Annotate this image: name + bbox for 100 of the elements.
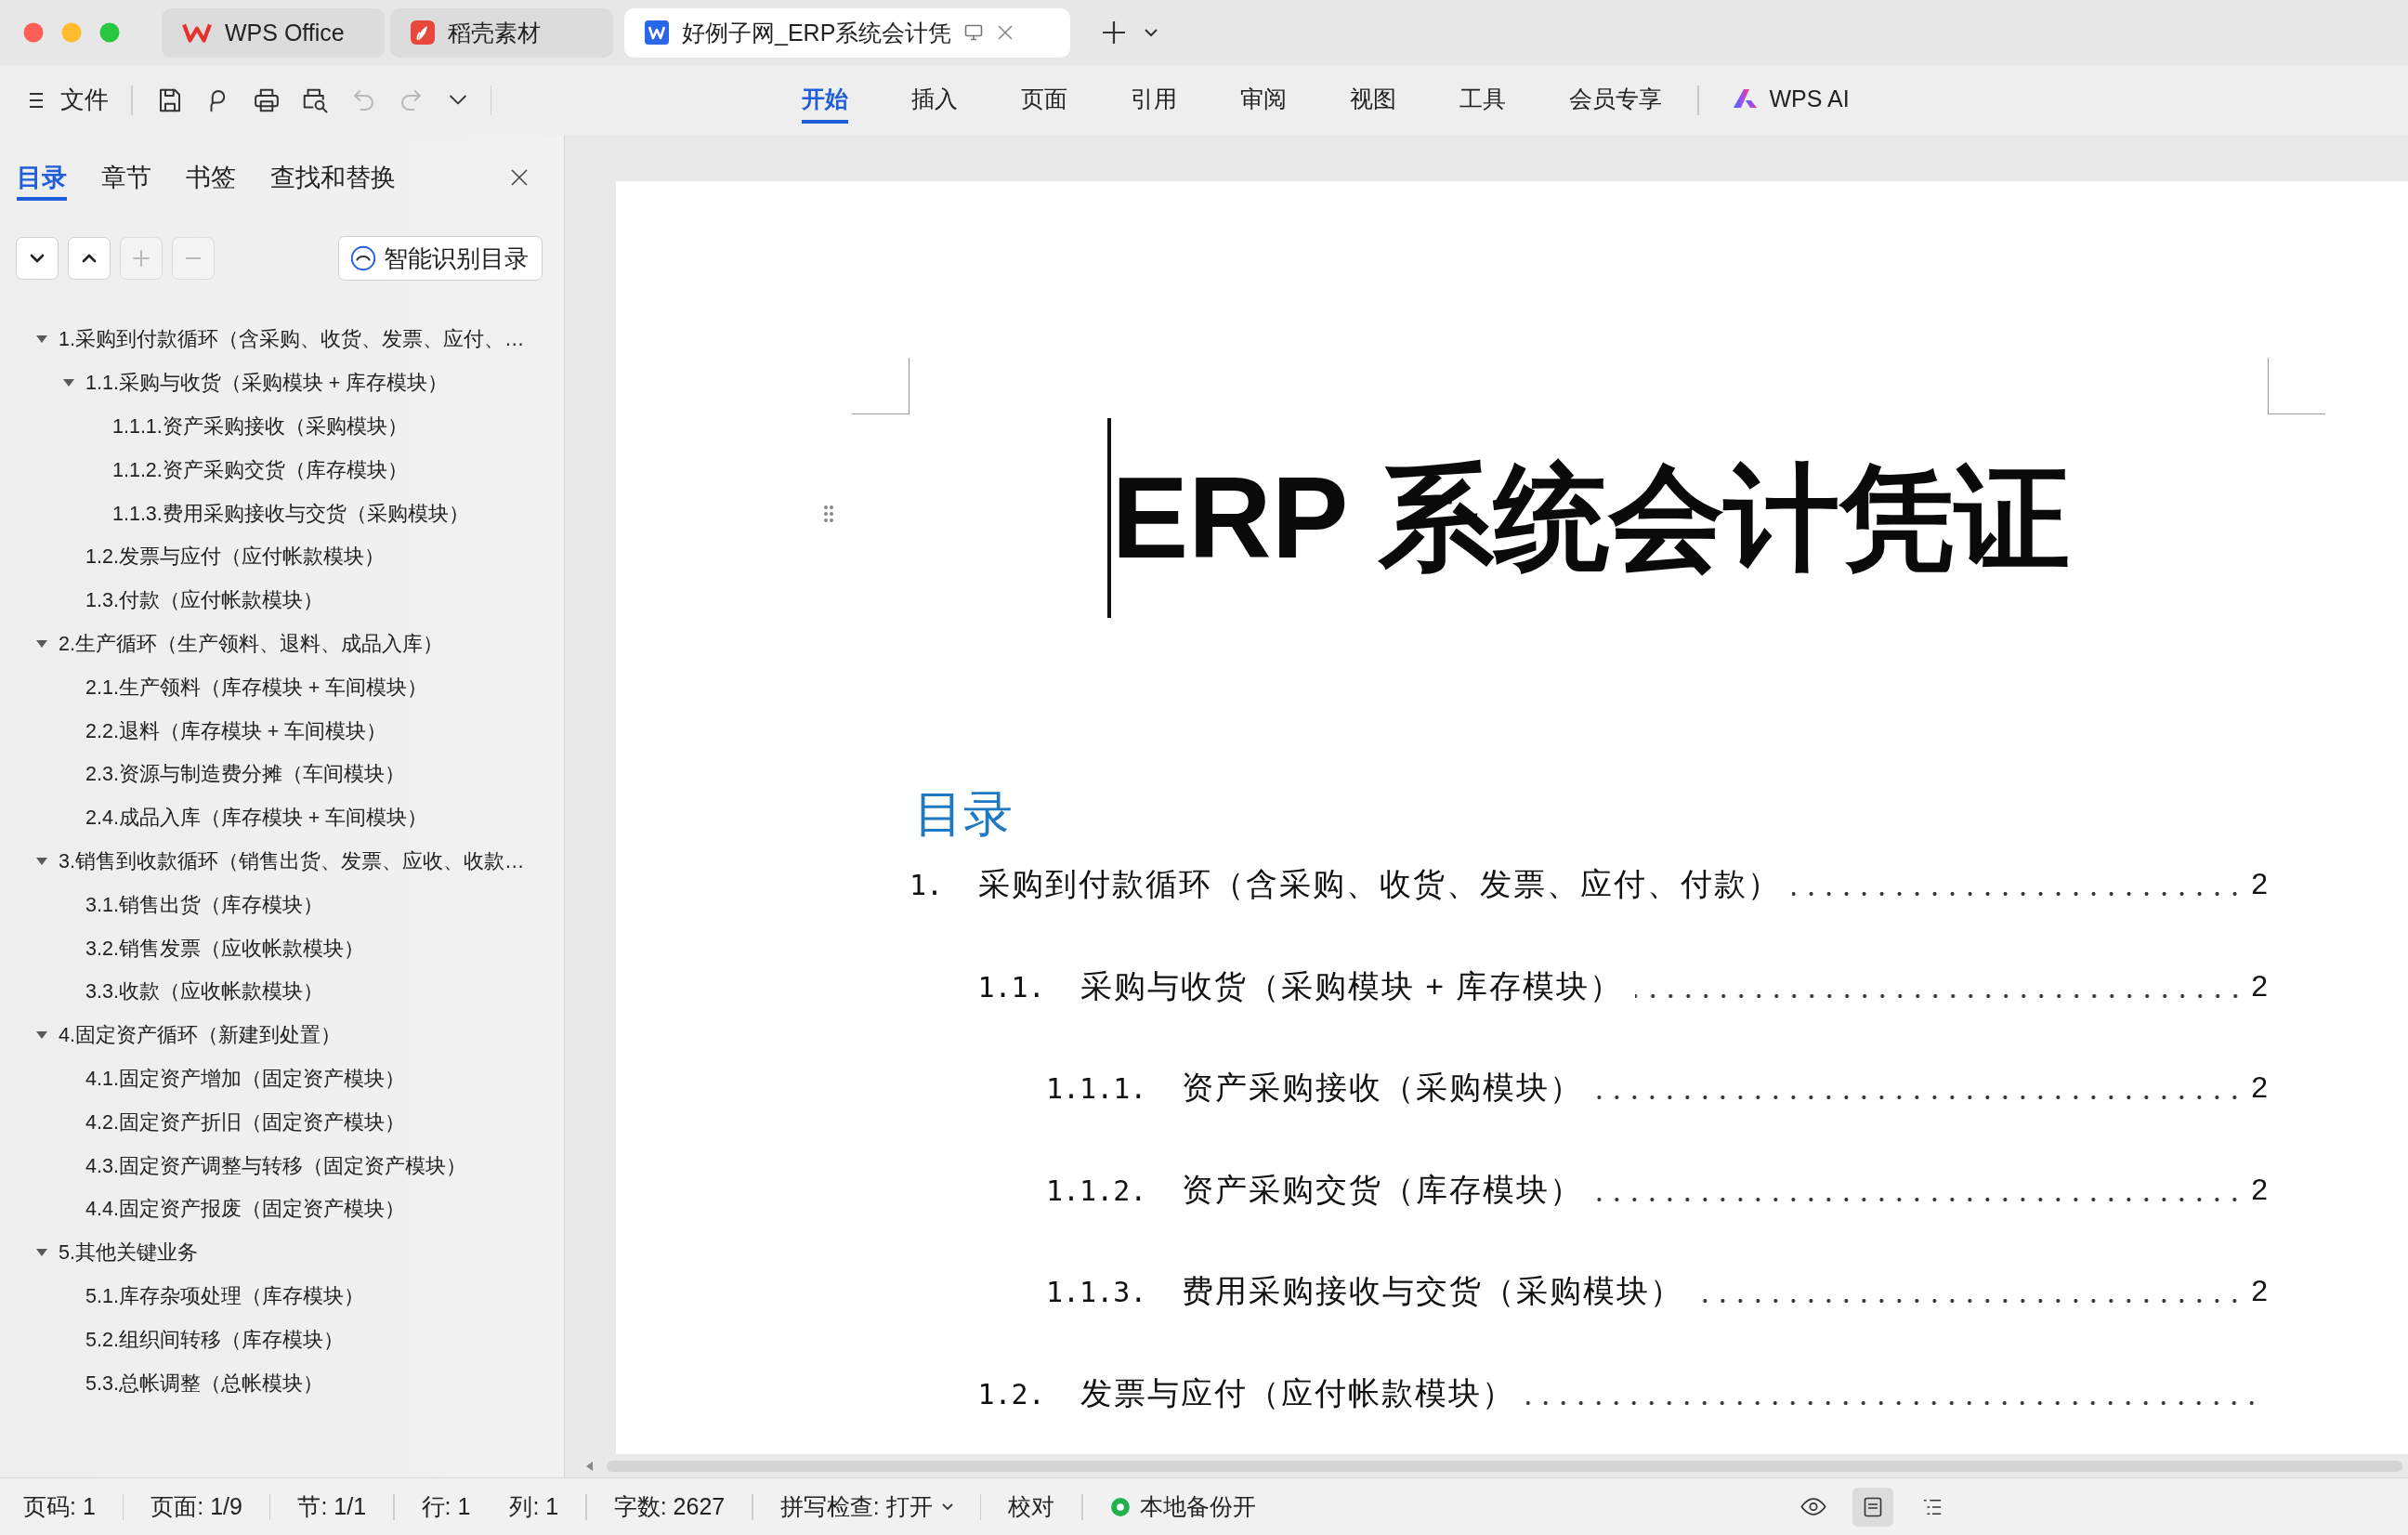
status-dot-icon — [1109, 1496, 1131, 1517]
outline-item[interactable]: 3.3.收款（应收帐款模块） — [85, 977, 323, 1006]
outline-item[interactable]: 2.3.资源与制造费分摊（车间模块） — [85, 760, 405, 789]
chevron-down-icon[interactable] — [1145, 28, 1158, 37]
ribbon-tab[interactable]: 会员专享 — [1569, 76, 1662, 124]
document-icon — [645, 20, 669, 45]
ribbon-tab[interactable]: 视图 — [1350, 76, 1396, 124]
toc-number: 1.1.3. — [1046, 1275, 1147, 1311]
outline-item[interactable]: 4.1.固定资产增加（固定资产模块） — [85, 1064, 405, 1093]
disclosure-triangle-icon[interactable] — [35, 856, 48, 866]
toc-number: 1.1.2. — [1046, 1173, 1147, 1209]
plus-icon — [133, 250, 150, 267]
outline-item[interactable]: 2.2.退料（库存模块 + 车间模块） — [85, 716, 387, 745]
chevron-down-icon — [30, 254, 45, 263]
disclosure-triangle-icon[interactable] — [62, 378, 75, 388]
toc-number: 1.2. — [977, 1376, 1045, 1412]
status-text: 行: 1 — [421, 1492, 471, 1521]
menu-icon — [27, 91, 44, 109]
ribbon-tab[interactable]: 审阅 — [1240, 76, 1287, 124]
sidebar-tab[interactable]: 书签 — [186, 135, 236, 201]
caret-down-icon — [941, 1502, 953, 1511]
toc-number: 1.1. — [977, 969, 1045, 1005]
outline-item[interactable]: 5.1.库存杂项处理（库存模块） — [85, 1281, 364, 1310]
sidebar-tab[interactable]: 章节 — [101, 135, 151, 201]
toc-entry: 发票与应付（应付帐款模块） — [1080, 1373, 1515, 1412]
scroll-left-arrow-icon[interactable] — [586, 1461, 594, 1471]
status-text: 列: 1 — [509, 1492, 559, 1521]
page-icon — [1864, 1496, 1882, 1517]
outline-item[interactable]: 1.3.付款（应付帐款模块） — [85, 586, 323, 615]
view-button[interactable] — [1852, 1487, 1893, 1527]
proofread-button[interactable]: 校对 — [1008, 1491, 1055, 1522]
page-number: 2 — [2251, 1273, 2268, 1310]
toc-heading: 目录 — [914, 785, 1013, 843]
ribbon-tab[interactable]: WPS AI — [1732, 76, 1850, 124]
eye-icon — [1800, 1498, 1826, 1515]
disclosure-triangle-icon[interactable] — [35, 1248, 48, 1258]
outline-item[interactable]: 4.固定资产循环（新建到处置） — [59, 1021, 341, 1050]
toc-entry: 采购到付款循环（含采购、收货、发票、应付、付款） — [978, 865, 1782, 903]
outline-item[interactable]: 5.其他关键业务 — [59, 1239, 198, 1267]
spell-check-dropdown[interactable]: 拼写检查: 打开 — [779, 1491, 953, 1522]
leaf-logo-icon — [411, 20, 435, 45]
margin-corner-mark — [852, 358, 910, 414]
outline-item[interactable]: 1.1.2.资产采购交货（库存模块） — [112, 455, 408, 484]
ribbon-tab[interactable]: 工具 — [1459, 76, 1506, 124]
ai-logo-icon — [1732, 86, 1759, 110]
disclosure-triangle-icon[interactable] — [35, 1030, 48, 1041]
file-menu-button[interactable]: 文件 — [27, 84, 109, 116]
status-text: 节: 1/1 — [297, 1492, 367, 1521]
disclosure-triangle-icon[interactable] — [35, 335, 48, 345]
page-number: 2 — [2251, 967, 2268, 1004]
w-logo-icon — [182, 21, 212, 44]
document-title: ERP 系统会计凭证 — [1111, 457, 2070, 579]
chevron-down-icon[interactable] — [449, 94, 466, 106]
status-text: 页码: 1 — [23, 1492, 96, 1521]
status-text: 本地备份开 — [1139, 1492, 1256, 1521]
outline-item[interactable]: 5.3.总帐调整（总帐模块） — [85, 1369, 323, 1397]
outline-item[interactable]: 2.1.生产领料（库存模块 + 车间模块） — [85, 673, 428, 702]
outline-item[interactable]: 3.1.销售出货（库存模块） — [85, 890, 323, 919]
disclosure-triangle-icon[interactable] — [35, 638, 48, 649]
status-text: 页面: 1/9 — [150, 1492, 242, 1521]
status-text: 字数: 2627 — [613, 1492, 726, 1521]
monitor-icon[interactable] — [964, 24, 984, 41]
chevron-up-icon — [82, 254, 97, 263]
outline-item[interactable]: 1.1.3.费用采购接收与交货（采购模块） — [112, 499, 469, 528]
plus-icon[interactable] — [1102, 20, 1126, 45]
toc-entry: 资产采购接收（采购模块） — [1182, 1069, 1584, 1108]
toc-number: 1. — [910, 868, 944, 903]
outline-item[interactable]: 4.2.固定资产折旧（固定资产模块） — [85, 1108, 405, 1136]
toc-entry: 采购与收货（采购模块 + 库存模块） — [1080, 966, 1624, 1005]
margin-corner-mark — [2268, 358, 2325, 414]
dial-icon — [350, 245, 376, 271]
toc-entry: 费用采购接收与交货（采购模块） — [1182, 1272, 1684, 1311]
outline-item[interactable]: 1.采购到付款循环（含采购、收货、发票、应付、… — [59, 325, 525, 354]
sidebar-tab[interactable]: 目录 — [17, 135, 67, 201]
outline-item[interactable]: 3.销售到收款循环（销售出货、发票、应收、收款… — [59, 846, 525, 875]
outline-item[interactable]: 1.2.发票与应付（应付帐款模块） — [85, 543, 385, 571]
page-number: 2 — [2251, 1069, 2268, 1107]
ribbon-tab[interactable]: 页面 — [1021, 76, 1067, 124]
app-tab[interactable]: 好例子网_ERP系统会计凭 — [624, 7, 1070, 58]
outline-item[interactable]: 2.生产循环（生产领料、退料、成品入库） — [59, 629, 443, 658]
ribbon-tab[interactable]: 开始 — [802, 76, 848, 124]
outline-item[interactable]: 5.2.组织间转移（库存模块） — [85, 1325, 344, 1354]
outline-item[interactable]: 4.3.固定资产调整与转移（固定资产模块） — [85, 1151, 466, 1180]
page-number: 2 — [2251, 866, 2268, 902]
minus-icon — [185, 257, 202, 259]
outline-item[interactable]: 4.4.固定资产报废（固定资产模块） — [85, 1195, 405, 1224]
sidebar-tab[interactable]: 查找和替换 — [270, 135, 396, 201]
toc-number: 1.1.1. — [1046, 1071, 1147, 1108]
outline-item[interactable]: 1.1.采购与收货（采购模块 + 库存模块） — [85, 369, 449, 398]
ribbon-tab[interactable]: 引用 — [1131, 76, 1177, 124]
app-tab[interactable]: WPS Office — [162, 7, 385, 58]
outline-item[interactable]: 1.1.1.资产采购接收（采购模块） — [112, 413, 408, 440]
ribbon-tab[interactable]: 插入 — [911, 76, 958, 124]
app-tab[interactable]: 稻壳素材 — [390, 7, 613, 58]
close-icon[interactable] — [510, 168, 529, 187]
drag-handle-icon[interactable] — [823, 505, 834, 523]
outline-item[interactable]: 2.4.成品入库（库存模块 + 车间模块） — [85, 804, 428, 833]
toc-entry: 资产采购交货（库存模块） — [1182, 1170, 1584, 1209]
smart-toc-button[interactable]: 智能识别目录 — [338, 236, 543, 281]
outline-item[interactable]: 3.2.销售发票（应收帐款模块） — [85, 934, 364, 963]
